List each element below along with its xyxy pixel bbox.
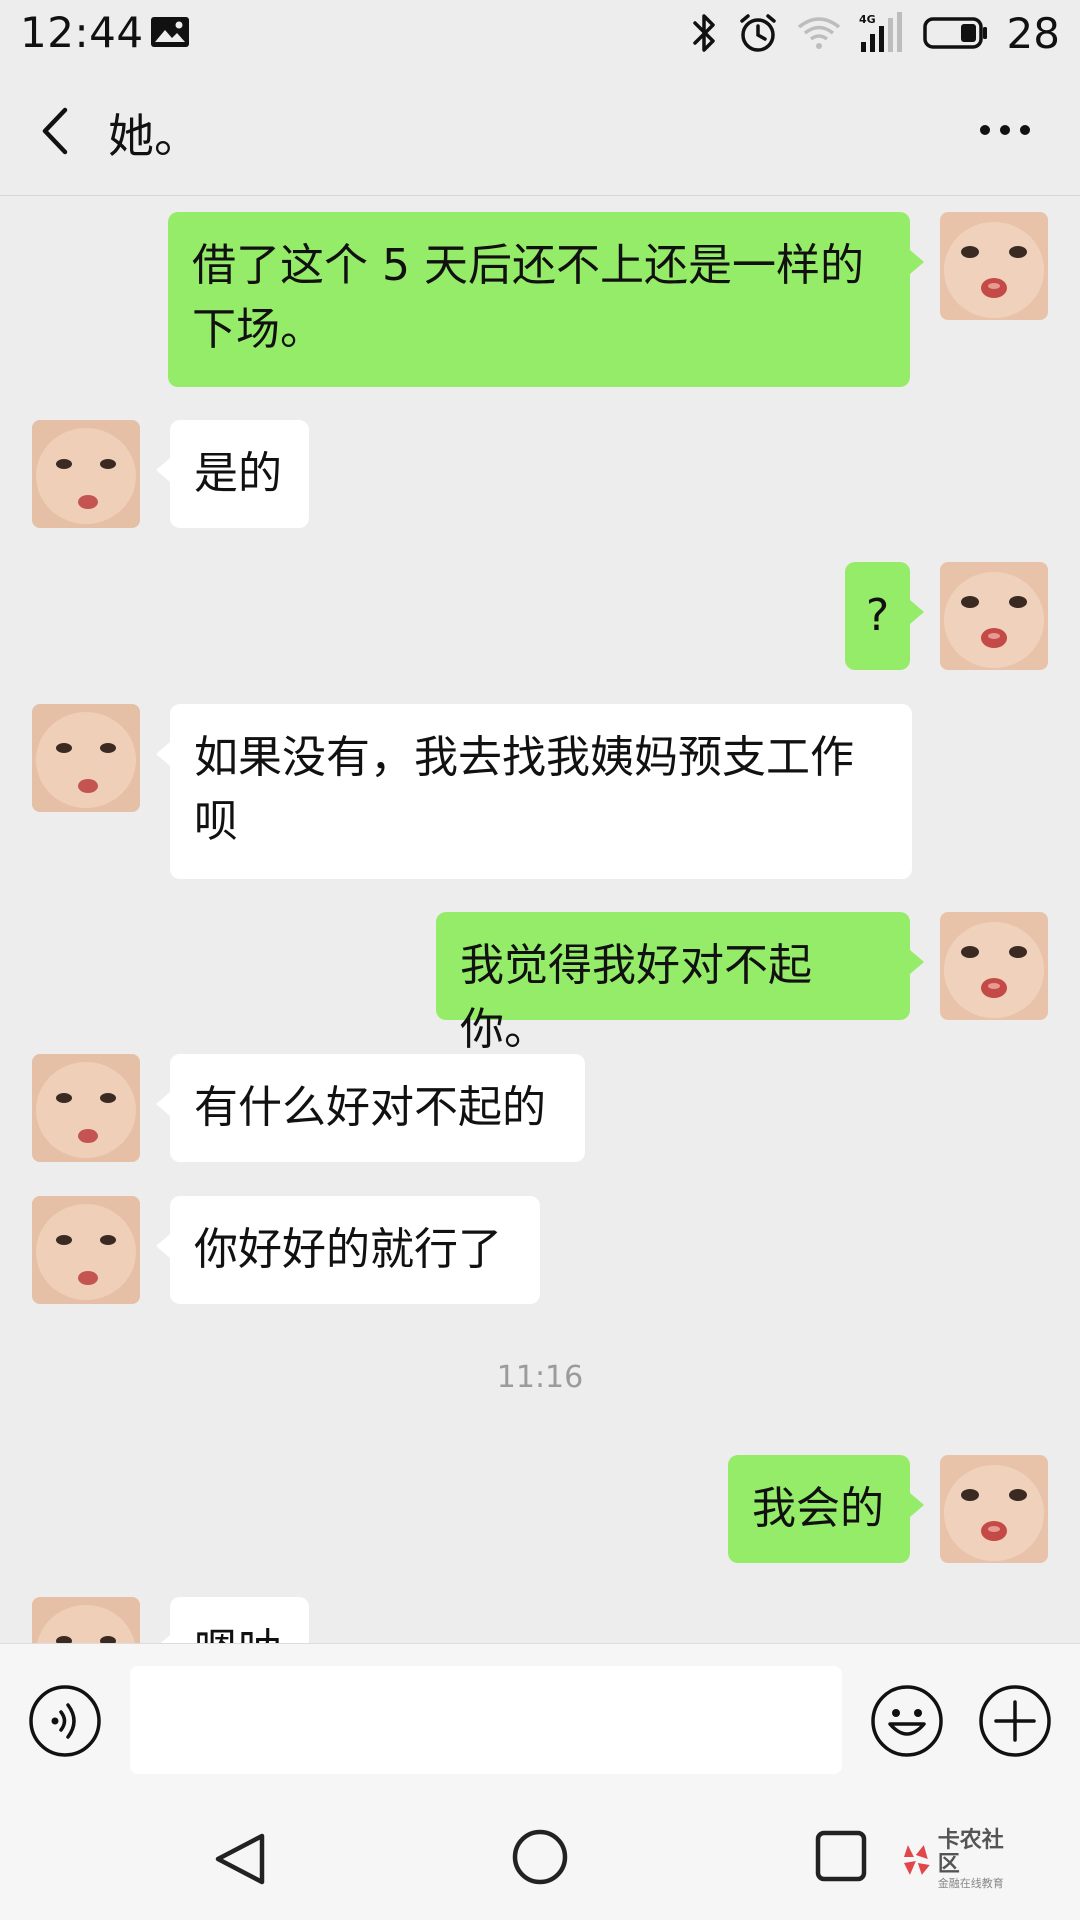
message-line: 我觉得我好对不起你。 — [460, 940, 812, 1055]
message-timestamp: 11:16 — [496, 1360, 584, 1395]
avatar-image — [32, 704, 140, 812]
battery-level: 28 — [1006, 8, 1060, 58]
message-list[interactable]: 借了这个 5 天后还不上还是一样的 下场。 是的 ? 如果没有，我去找我姨妈预支… — [0, 197, 1080, 1643]
voice-icon[interactable] — [28, 1684, 102, 1758]
message-line: 嗯呐 — [194, 1619, 285, 1643]
message-line: 呗 — [194, 796, 238, 847]
bluetooth-icon — [692, 14, 715, 52]
message-line: 我会的 — [752, 1483, 884, 1534]
more-button[interactable] — [970, 100, 1040, 160]
my-avatar[interactable] — [940, 1455, 1048, 1563]
message-bubble[interactable]: 借了这个 5 天后还不上还是一样的 下场。 — [168, 212, 924, 387]
message-bubble[interactable]: 有什么好对不起的 — [156, 1054, 585, 1162]
watermark-title: 卡农社区 — [937, 1828, 1004, 1877]
message-line: 如果没有，我去找我姨妈预支工作 — [194, 732, 854, 783]
watermark-logo: 卡农社区 金融在线教育 — [900, 1829, 1025, 1890]
avatar-image — [32, 1597, 140, 1643]
avatar-image — [32, 1196, 140, 1304]
back-button[interactable] — [30, 98, 80, 164]
avatar-image — [940, 912, 1048, 1020]
signal-icon: 4G — [859, 12, 902, 52]
avatar-image — [940, 562, 1048, 670]
plus-icon[interactable] — [978, 1684, 1052, 1758]
chat-title: 她。 — [108, 109, 200, 163]
contact-avatar[interactable] — [32, 704, 140, 812]
nav-home-icon[interactable] — [510, 1827, 570, 1887]
nav-back-icon[interactable] — [212, 1831, 268, 1887]
my-avatar[interactable] — [940, 562, 1048, 670]
wifi-icon — [797, 17, 840, 49]
watermark-icon — [903, 1845, 930, 1875]
emoji-icon[interactable] — [870, 1684, 944, 1758]
avatar-image — [940, 1455, 1048, 1563]
contact-avatar[interactable] — [32, 420, 140, 528]
message-line: 借了这个 5 天后还不上还是一样的 — [192, 240, 864, 291]
message-line: ? — [865, 590, 890, 641]
message-bubble[interactable]: 如果没有，我去找我姨妈预支工作 呗 — [156, 704, 912, 879]
contact-avatar[interactable] — [32, 1597, 140, 1643]
message-bubble[interactable]: ? — [845, 562, 924, 670]
more-icon — [980, 125, 1030, 135]
input-bar — [0, 1643, 1080, 1795]
nav-recent-icon[interactable] — [814, 1829, 868, 1883]
contact-avatar[interactable] — [32, 1054, 140, 1162]
message-line: 是的 — [194, 448, 282, 499]
system-nav-bar: 卡农社区 金融在线教育 — [0, 1795, 1080, 1920]
message-line: 有什么好对不起的 — [194, 1082, 546, 1133]
status-icons: 4G 28 — [691, 8, 1060, 58]
message-bubble[interactable]: 我会的 — [728, 1455, 924, 1563]
message-input[interactable] — [130, 1666, 842, 1774]
message-line: 你好好的就行了 — [194, 1224, 502, 1275]
svg-text:4G: 4G — [859, 13, 876, 26]
watermark-subtitle: 金融在线教育 — [937, 1877, 1004, 1890]
avatar-image — [32, 420, 140, 528]
status-time: 12:44 — [20, 8, 144, 57]
message-line: 下场。 — [192, 304, 324, 355]
status-bar: 12:44 4G 28 — [0, 0, 1080, 66]
battery-icon — [922, 17, 987, 49]
message-bubble[interactable]: 是的 — [156, 420, 309, 528]
my-avatar[interactable] — [940, 212, 1048, 320]
alarm-icon — [739, 14, 776, 52]
avatar-image — [32, 1054, 140, 1162]
back-chevron-icon — [42, 107, 68, 155]
avatar-image — [940, 212, 1048, 320]
my-avatar[interactable] — [940, 912, 1048, 1020]
chat-header: 她。 — [0, 66, 1080, 196]
message-bubble[interactable]: 嗯呐 — [156, 1597, 309, 1643]
contact-avatar[interactable] — [32, 1196, 140, 1304]
message-bubble[interactable]: 我觉得我好对不起你。 — [436, 912, 924, 1055]
message-bubble[interactable]: 你好好的就行了 — [156, 1196, 540, 1304]
gallery-icon — [151, 17, 189, 47]
